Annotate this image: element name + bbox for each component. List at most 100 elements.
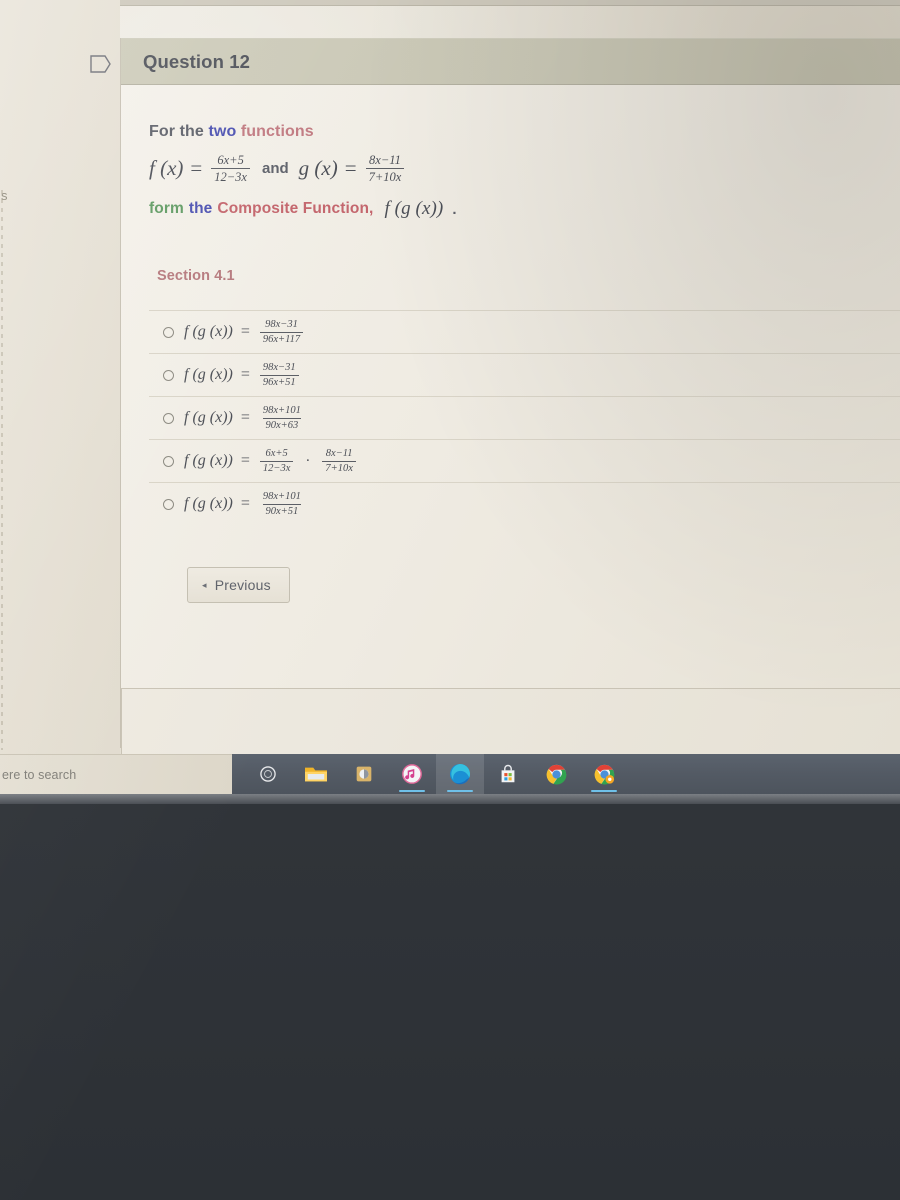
answer-option-1-expression: f (g (x)) = 98x−31 96x+117 (184, 319, 305, 346)
search-placeholder-text: ere to search (2, 767, 77, 782)
answer-option-2[interactable]: f (g (x)) = 98x−31 96x+51 (149, 353, 900, 396)
answer-option-4-expression: f (g (x)) = 6x+5 12−3x · 8x−11 7+10x (184, 448, 358, 475)
radio-button-option-2[interactable] (163, 369, 174, 381)
option-4-fraction-second: 8x−11 7+10x (322, 448, 356, 475)
prompt-period: . (452, 200, 457, 218)
radio-button-option-5[interactable] (163, 498, 174, 510)
option-1-equals: = (240, 323, 250, 340)
prompt-word-form: form (149, 200, 184, 217)
fraction-g-denominator: 7+10x (365, 168, 405, 184)
prompt-formula-row: f (x) = 6x+5 12−3x and g (x) = 8x−11 7+1… (149, 153, 900, 184)
taskbar-item-google-chrome[interactable] (532, 754, 580, 794)
option-2-numerator: 98x−31 (262, 361, 296, 373)
taskbar-running-indicator-edge (447, 790, 473, 792)
option-4-equals: = (240, 452, 250, 469)
windows-taskbar (232, 754, 900, 794)
taskbar-item-app[interactable] (340, 754, 388, 794)
fraction-f-denominator: 12−3x (211, 168, 250, 184)
fraction-f: 6x+5 12−3x (211, 153, 250, 184)
prompt-line-1: For the two functions (149, 123, 900, 141)
taskbar-item-file-explorer[interactable] (292, 754, 340, 794)
taskbar-running-indicator-itunes (399, 790, 425, 792)
radio-button-option-4[interactable] (163, 455, 174, 467)
option-5-label: f (g (x)) (184, 495, 233, 512)
fraction-g: 8x−11 7+10x (365, 153, 405, 184)
cortana-icon (260, 766, 276, 782)
option-1-label: f (g (x)) (184, 323, 233, 340)
taskbar-item-microsoft-edge[interactable] (436, 754, 484, 794)
google-chrome-beta-icon (594, 764, 614, 784)
photographed-screen-background: s Question 12 For the two functions f (x… (0, 0, 900, 1200)
fraction-g-numerator: 8x−11 (369, 153, 401, 167)
google-chrome-icon (546, 764, 566, 784)
answer-option-1[interactable]: f (g (x)) = 98x−31 96x+117 (149, 310, 900, 353)
question-title: Question 12 (143, 50, 250, 72)
lastpass-icon (356, 766, 372, 782)
function-g-label: g (x) (298, 156, 338, 180)
prompt-word-composite-function: Composite Function, (217, 200, 374, 217)
option-2-fraction: 98x−31 96x+51 (259, 361, 299, 389)
function-f-label: f (x) (149, 156, 184, 180)
answer-option-2-expression: f (g (x)) = 98x−31 96x+51 (184, 362, 301, 389)
option-5-numerator: 98x+101 (262, 490, 301, 502)
taskbar-item-cortana[interactable] (244, 754, 292, 794)
option-4-multiplication-operator: · (305, 452, 311, 469)
option-2-equals: = (240, 366, 250, 383)
question-body: For the two functions f (x) = 6x+5 12−3x… (121, 85, 900, 603)
taskbar-item-google-chrome-beta[interactable] (580, 754, 628, 794)
prompt-word-for-the: For the (149, 123, 209, 140)
monitor-bezel (0, 794, 900, 804)
option-5-equals: = (240, 495, 250, 512)
section-label: Section 4.1 (157, 268, 235, 284)
option-2-denominator: 96x+51 (259, 374, 299, 389)
answer-options-list: f (g (x)) = 98x−31 96x+117 f (g (x)) = 9… (149, 310, 900, 525)
answer-option-3-expression: f (g (x)) = 98x+101 90x+63 (184, 405, 306, 432)
prompt-word-functions: functions (240, 123, 314, 140)
fraction-f-numerator: 6x+5 (217, 153, 244, 167)
desktop-left-strip: s (0, 0, 120, 760)
option-3-numerator: 98x+101 (262, 404, 301, 416)
option-5-fraction: 98x+101 90x+51 (260, 491, 304, 518)
previous-button[interactable]: ◂ Previous (187, 567, 290, 603)
navigation-area: ◂ Previous (187, 567, 900, 603)
option-1-denominator: 96x+117 (259, 331, 304, 346)
radio-button-option-1[interactable] (163, 326, 174, 338)
window-chrome-strip (72, 0, 900, 6)
question-header: Question 12 (121, 38, 900, 85)
option-1-numerator: 98x−31 (265, 318, 298, 330)
option-4-denominator-2: 7+10x (322, 460, 356, 475)
answer-option-5-expression: f (g (x)) = 98x+101 90x+51 (184, 491, 306, 518)
equals-sign-g: = (344, 156, 357, 180)
taskbar-search-box[interactable]: ere to search (0, 754, 232, 794)
left-arrow-icon: ◂ (202, 579, 207, 590)
option-5-denominator: 90x+51 (262, 503, 302, 518)
answer-option-4[interactable]: f (g (x)) = 6x+5 12−3x · 8x−11 7+10x (149, 439, 900, 482)
taskbar-item-microsoft-store[interactable] (484, 754, 532, 794)
option-1-fraction: 98x−31 96x+117 (259, 318, 304, 346)
option-3-label: f (g (x)) (184, 409, 233, 426)
previous-button-label: Previous (214, 577, 271, 593)
option-4-numerator: 6x+5 (265, 447, 288, 459)
microsoft-store-icon (501, 764, 515, 783)
answer-option-5[interactable]: f (g (x)) = 98x+101 90x+51 (149, 482, 900, 525)
desktop-text-fragment: s (1, 188, 8, 203)
answer-option-3[interactable]: f (g (x)) = 98x+101 90x+63 (149, 396, 900, 439)
microsoft-edge-icon (450, 764, 470, 785)
taskbar-running-indicator-chrome-beta (591, 790, 617, 792)
empty-content-box (121, 688, 900, 760)
radio-button-option-3[interactable] (163, 412, 174, 424)
taskbar-item-itunes[interactable] (388, 754, 436, 794)
prompt-word-the: the (188, 200, 213, 217)
file-explorer-icon (305, 767, 327, 782)
option-4-denominator: 12−3x (259, 460, 294, 475)
option-3-equals: = (240, 409, 250, 426)
prompt-composite-expression: f (g (x)) (384, 198, 444, 219)
scrollbar-dashes (1, 190, 3, 750)
option-4-label: f (g (x)) (184, 452, 233, 469)
equals-sign-f: = (190, 156, 203, 180)
option-2-label: f (g (x)) (184, 366, 233, 383)
option-4-fraction-first: 6x+5 12−3x (259, 447, 294, 475)
option-3-denominator: 90x+63 (262, 417, 302, 432)
option-4-numerator-2: 8x−11 (325, 447, 353, 459)
question-flag-icon[interactable] (88, 52, 112, 76)
